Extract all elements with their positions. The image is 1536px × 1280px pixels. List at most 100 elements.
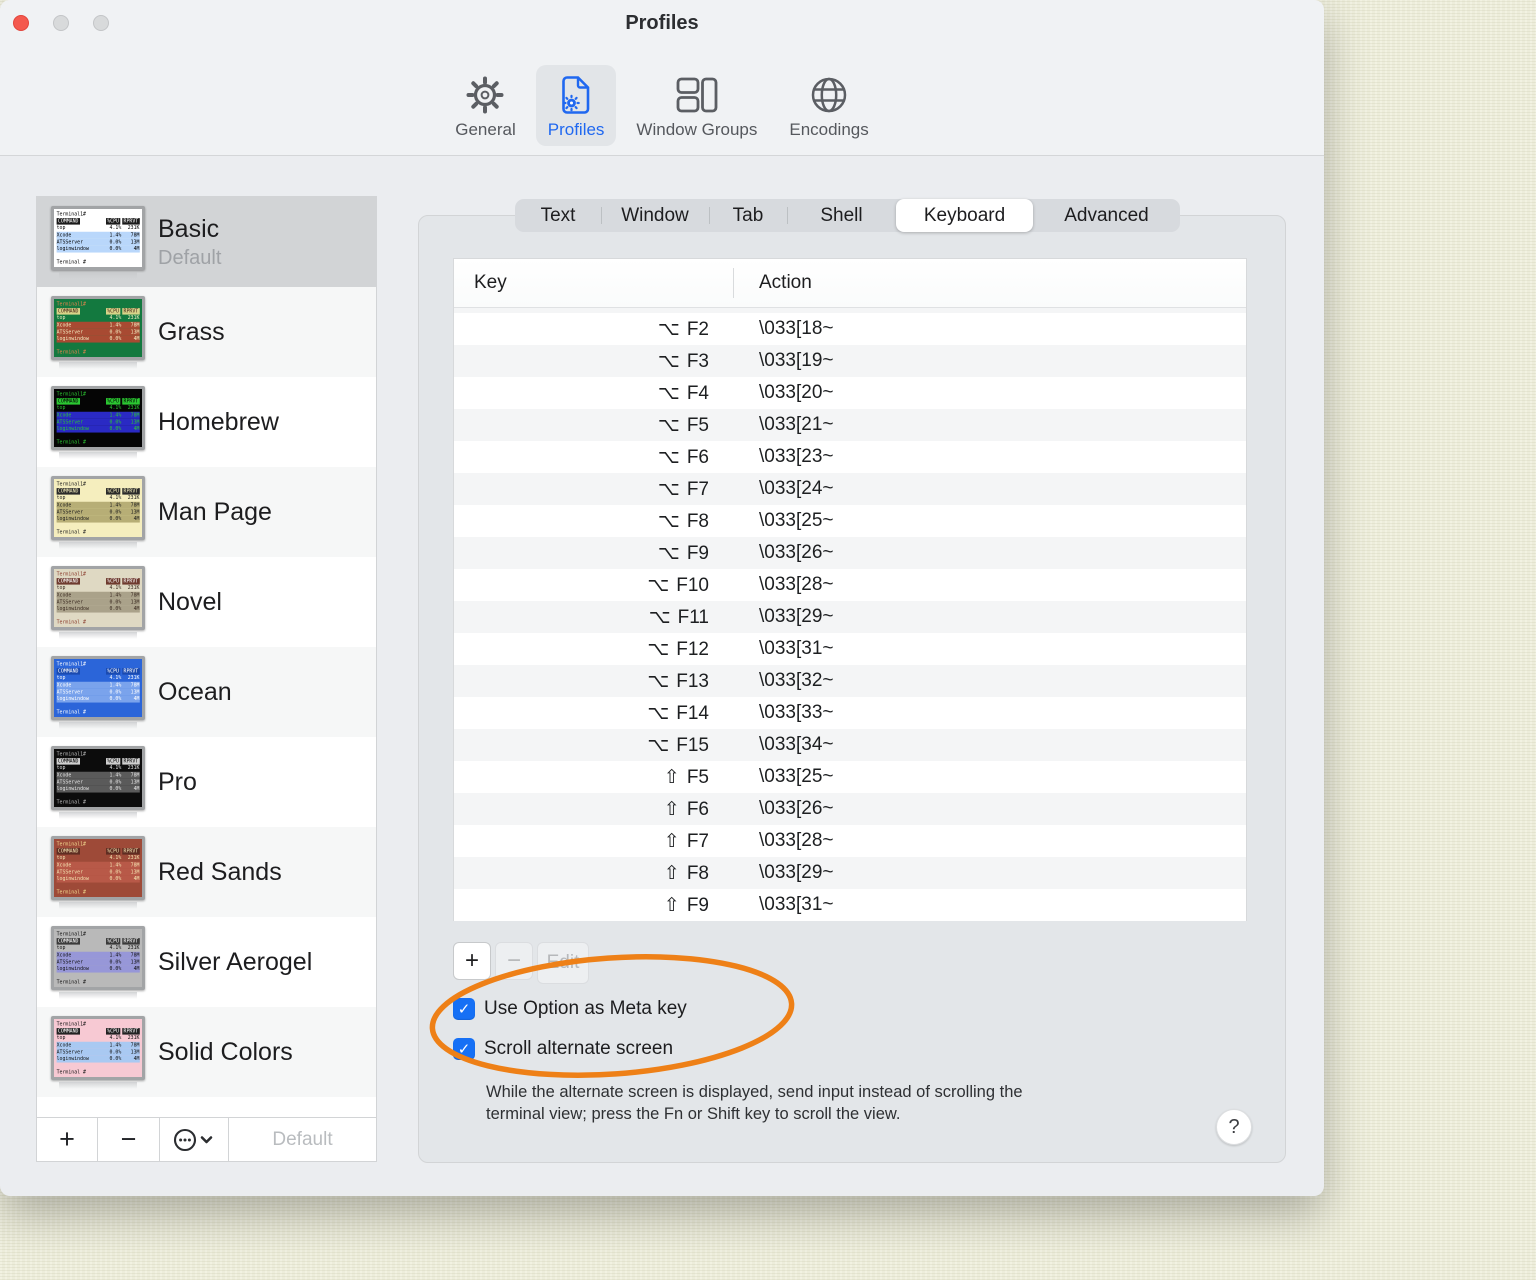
option-key-icon: ⌥ <box>648 605 671 628</box>
table-row[interactable]: ⌥ F10 \033[28~ <box>454 569 1246 601</box>
set-default-button: Default <box>229 1118 376 1161</box>
profile-list: Terminal1# COMMAND %CPU RPRVT top 4.1% 231K Xco… <box>37 197 376 1117</box>
key-cell: ⇧ F9 <box>663 893 709 916</box>
profile-name: Homebrew <box>158 407 279 436</box>
edit-shortcut-button: Edit <box>537 942 589 984</box>
option-key-icon: ⌥ <box>647 573 670 596</box>
checkbox-checked-icon[interactable]: ✓ <box>453 998 475 1020</box>
key-cell: ⌥ F11 <box>648 605 709 628</box>
toolbar-item-label: Window Groups <box>636 120 758 139</box>
action-cell: \033[25~ <box>759 510 834 531</box>
scroll-alternate-screen-checkbox-row[interactable]: ✓ Scroll alternate screen <box>453 1038 673 1060</box>
profile-list-footer: + − Default <box>37 1117 376 1161</box>
toolbar-item-label: Profiles <box>547 120 605 139</box>
remove-shortcut-button: − <box>495 942 533 980</box>
profile-list-item[interactable]: Terminal1# COMMAND %CPU RPRVT top 4.1% 231K Xco… <box>37 557 376 647</box>
key-cell: ⇧ F5 <box>663 765 709 788</box>
shift-key-icon: ⇧ <box>663 765 680 788</box>
table-row[interactable]: ⌥ F13 \033[32~ <box>454 665 1246 697</box>
alternate-screen-help-text: While the alternate screen is displayed,… <box>486 1083 1023 1124</box>
tab-text[interactable]: Text <box>515 199 601 232</box>
profile-list-item[interactable]: Terminal1# COMMAND %CPU RPRVT top 4.1% 231K Xco… <box>37 197 376 287</box>
table-row[interactable]: ⇧ F8 \033[29~ <box>454 857 1246 889</box>
checkbox-checked-icon[interactable]: ✓ <box>453 1038 475 1060</box>
profile-list-item[interactable]: Terminal1# COMMAND %CPU RPRVT top 4.1% 231K Xco… <box>37 1007 376 1097</box>
add-profile-button[interactable]: + <box>37 1118 98 1161</box>
key-cell: ⌥ F8 <box>657 509 709 532</box>
key-cell: ⌥ F13 <box>647 669 709 692</box>
keyboard-shortcuts-table: Key Action ⌥ F2 \033[18~ ⌥ F3 \033[19~ ⌥ F4 \033… <box>453 258 1247 921</box>
table-row[interactable]: ⌥ F11 \033[29~ <box>454 601 1246 633</box>
option-key-icon: ⌥ <box>647 701 670 724</box>
table-row[interactable]: ⌥ F4 \033[20~ <box>454 377 1246 409</box>
table-row[interactable]: ⌥ F15 \033[34~ <box>454 729 1246 761</box>
action-cell: \033[31~ <box>759 638 834 659</box>
toolbar-item-general[interactable]: General <box>443 65 527 146</box>
profile-list-item[interactable]: Terminal1# COMMAND %CPU RPRVT top 4.1% 231K Xco… <box>37 287 376 377</box>
tab-tab[interactable]: Tab <box>709 199 787 232</box>
tab-keyboard[interactable]: Keyboard <box>896 199 1033 232</box>
remove-profile-button[interactable]: − <box>98 1118 160 1161</box>
action-cell: \033[28~ <box>759 830 834 851</box>
add-shortcut-button[interactable]: + <box>453 942 491 980</box>
action-cell: \033[29~ <box>759 862 834 883</box>
action-cell: \033[32~ <box>759 670 834 691</box>
key-cell: ⇧ F8 <box>663 861 709 884</box>
profile-name: Ocean <box>158 677 232 706</box>
option-key-icon: ⌥ <box>647 637 670 660</box>
key-cell: ⇧ F7 <box>663 829 709 852</box>
key-cell: ⌥ F14 <box>647 701 709 724</box>
table-row[interactable]: ⌥ F9 \033[26~ <box>454 537 1246 569</box>
help-button[interactable]: ? <box>1216 1109 1252 1145</box>
profile-list-item[interactable]: Terminal1# COMMAND %CPU RPRVT top 4.1% 231K Xco… <box>37 377 376 467</box>
table-row[interactable]: ⇧ F7 \033[28~ <box>454 825 1246 857</box>
tab-advanced[interactable]: Advanced <box>1033 199 1180 232</box>
profile-name: Novel <box>158 587 222 616</box>
tab-window[interactable]: Window <box>601 199 709 232</box>
profile-list-item[interactable]: Terminal1# COMMAND %CPU RPRVT top 4.1% 231K Xco… <box>37 827 376 917</box>
key-cell: ⌥ F15 <box>647 733 709 756</box>
profile-list-item[interactable]: Terminal1# COMMAND %CPU RPRVT top 4.1% 231K Xco… <box>37 917 376 1007</box>
toolbar-item-profiles[interactable]: Profiles <box>535 65 617 146</box>
checkbox-label: Scroll alternate screen <box>484 1038 674 1059</box>
profile-actions-button[interactable] <box>160 1118 229 1161</box>
table-row[interactable]: ⌥ F12 \033[31~ <box>454 633 1246 665</box>
profile-list-item[interactable]: Terminal1# COMMAND %CPU RPRVT top 4.1% 231K Xco… <box>37 647 376 737</box>
action-cell: \033[34~ <box>759 734 834 755</box>
table-row[interactable]: ⌥ F3 \033[19~ <box>454 345 1246 377</box>
tab-shell[interactable]: Shell <box>787 199 896 232</box>
checkbox-label: Use Option as Meta key <box>484 998 687 1019</box>
table-row[interactable]: ⌥ F8 \033[25~ <box>454 505 1246 537</box>
option-key-icon: ⌥ <box>647 669 670 692</box>
action-cell: \033[26~ <box>759 542 834 563</box>
option-key-icon: ⌥ <box>657 541 680 564</box>
column-divider <box>733 268 734 298</box>
key-cell: ⌥ F5 <box>657 413 709 436</box>
profile-list-item[interactable]: Terminal1# COMMAND %CPU RPRVT top 4.1% 231K Xco… <box>37 467 376 557</box>
table-row[interactable]: ⇧ F9 \033[31~ <box>454 889 1246 921</box>
profile-name: Red Sands <box>158 857 282 886</box>
table-row[interactable]: ⇧ F6 \033[26~ <box>454 793 1246 825</box>
table-row[interactable]: ⌥ F14 \033[33~ <box>454 697 1246 729</box>
use-option-as-meta-checkbox-row[interactable]: ✓ Use Option as Meta key <box>453 998 687 1020</box>
key-cell: ⌥ F2 <box>657 317 709 340</box>
action-cell: \033[19~ <box>759 350 834 371</box>
toolbar-item-window-groups[interactable]: Window Groups <box>624 65 769 146</box>
toolbar-item-label: General <box>455 120 516 139</box>
toolbar: Profiles General Profiles Window Groups Enc… <box>0 0 1324 156</box>
profile-list-item[interactable]: Terminal1# COMMAND %CPU RPRVT top 4.1% 231K Xco… <box>37 737 376 827</box>
table-row[interactable]: ⌥ F5 \033[21~ <box>454 409 1246 441</box>
table-row[interactable]: ⌥ F6 \033[23~ <box>454 441 1246 473</box>
option-key-icon: ⌥ <box>657 509 680 532</box>
toolbar-item-encodings[interactable]: Encodings <box>777 65 880 146</box>
ellipsis-circle-chevron-icon <box>173 1128 213 1151</box>
gear-icon <box>463 73 507 117</box>
profile-list-panel: Terminal1# COMMAND %CPU RPRVT top 4.1% 231K Xco… <box>36 196 377 1162</box>
table-row[interactable]: ⌥ F7 \033[24~ <box>454 473 1246 505</box>
profile-settings-tabs: Text Window Tab Shell Keyboard Advanced <box>515 199 1180 232</box>
action-cell: \033[21~ <box>759 414 834 435</box>
table-row[interactable]: ⇧ F5 \033[25~ <box>454 761 1246 793</box>
option-key-icon: ⌥ <box>657 477 680 500</box>
table-row[interactable]: ⌥ F2 \033[18~ <box>454 313 1246 345</box>
option-key-icon: ⌥ <box>647 733 670 756</box>
